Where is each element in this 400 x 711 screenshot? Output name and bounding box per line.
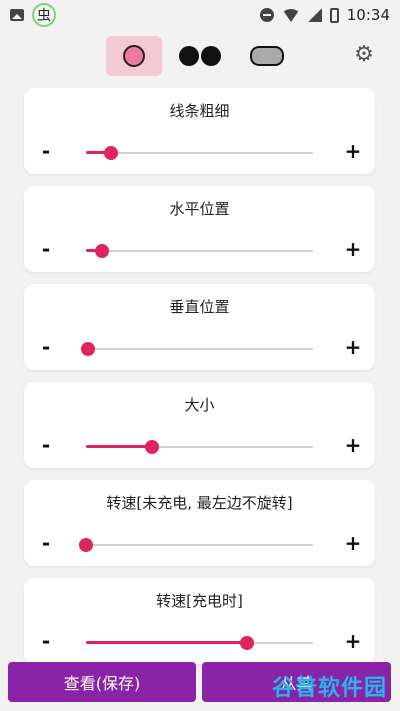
- mode-eyes-button[interactable]: [176, 36, 224, 76]
- slider-card-horizontal-position: 水平位置 - +: [24, 186, 375, 272]
- view-save-button[interactable]: 查看(保存): [8, 662, 196, 702]
- status-left: 虫: [10, 3, 56, 27]
- image-icon: [10, 9, 24, 21]
- slider-card-speed-uncharged: 转速[未充电, 最左边不旋转] - +: [24, 480, 375, 566]
- increase-button[interactable]: +: [342, 238, 364, 260]
- slider-label: 转速[充电时]: [156, 592, 243, 610]
- pill-icon: [250, 46, 284, 66]
- increase-button[interactable]: +: [342, 140, 364, 162]
- slider-label: 大小: [184, 396, 215, 414]
- slider-thumb[interactable]: [81, 342, 96, 356]
- increase-button[interactable]: +: [342, 336, 364, 358]
- eye-left-icon: [179, 46, 199, 66]
- battery-icon: [329, 7, 339, 23]
- bug-icon: 虫: [32, 3, 56, 27]
- slider-card-vertical-position: 垂直位置 - +: [24, 284, 375, 370]
- slider-label: 水平位置: [169, 200, 230, 218]
- slider-track[interactable]: [86, 244, 313, 258]
- slider-label: 垂直位置: [169, 298, 230, 316]
- decrease-button[interactable]: -: [35, 140, 57, 162]
- mode-pill-button[interactable]: [246, 36, 288, 76]
- slider-track[interactable]: [79, 538, 313, 552]
- slider-card-line-width: 线条粗细 - +: [24, 88, 375, 174]
- increase-button[interactable]: +: [342, 532, 364, 554]
- slider-thumb[interactable]: [240, 636, 255, 650]
- slider-thumb[interactable]: [94, 244, 109, 258]
- decrease-button[interactable]: -: [35, 238, 57, 260]
- decrease-button[interactable]: -: [35, 434, 57, 456]
- eye-right-icon: [201, 46, 221, 66]
- slider-track[interactable]: [86, 146, 313, 160]
- slider-fill: [86, 641, 248, 644]
- slider-track[interactable]: [81, 342, 313, 356]
- status-time: 10:34: [346, 6, 390, 24]
- slider-fill: [86, 445, 152, 448]
- decrease-button[interactable]: -: [35, 336, 57, 358]
- circle-icon: [123, 45, 145, 67]
- decrease-button[interactable]: -: [35, 532, 57, 554]
- increase-button[interactable]: +: [342, 630, 364, 652]
- slider-card-size: 大小 - +: [24, 382, 375, 468]
- watermark-logo: 谷普软件园: [272, 676, 388, 701]
- slider-track[interactable]: [86, 636, 313, 650]
- slider-thumb[interactable]: [103, 146, 118, 160]
- mode-bar: ⚙: [0, 36, 400, 78]
- slider-track[interactable]: [86, 440, 313, 454]
- signal-icon: [307, 8, 322, 22]
- slider-card-speed-charging: 转速[充电时] - +: [24, 578, 375, 664]
- do-not-disturb-icon: [259, 8, 274, 22]
- slider-label: 转速[未充电, 最左边不旋转]: [106, 494, 293, 512]
- status-bar: 虫 10:34: [0, 0, 400, 30]
- increase-button[interactable]: +: [342, 434, 364, 456]
- slider-label: 线条粗细: [169, 102, 230, 120]
- decrease-button[interactable]: -: [35, 630, 57, 652]
- slider-thumb[interactable]: [79, 538, 93, 552]
- gear-icon[interactable]: ⚙: [352, 42, 376, 67]
- slider-thumb[interactable]: [144, 440, 159, 454]
- wifi-icon: [281, 8, 300, 22]
- mode-circle-button[interactable]: [106, 36, 162, 76]
- status-right: 10:34: [259, 6, 390, 24]
